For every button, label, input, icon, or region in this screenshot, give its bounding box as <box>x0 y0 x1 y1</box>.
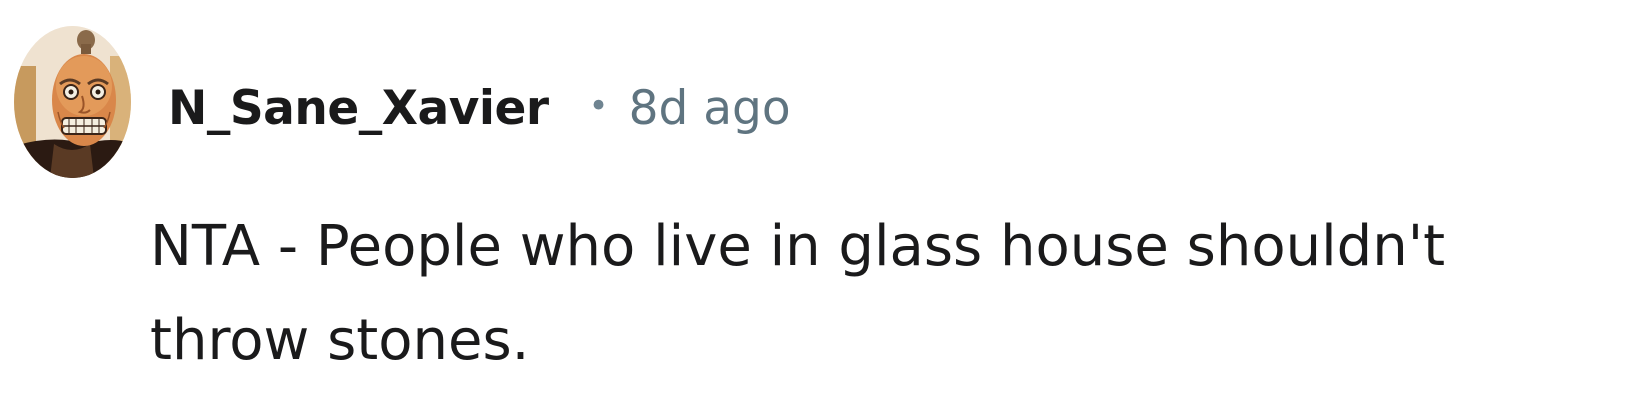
comment-header: N_Sane_Xavier • 8d ago <box>168 72 791 144</box>
comment: N_Sane_Xavier • 8d ago NTA - People who … <box>0 0 1644 419</box>
username-link[interactable]: N_Sane_Xavier <box>168 81 549 136</box>
cartoon-old-man-avatar-icon <box>14 26 131 178</box>
timestamp[interactable]: 8d ago <box>629 81 791 136</box>
avatar[interactable] <box>14 26 131 178</box>
separator-dot: • <box>588 86 609 126</box>
comment-body: NTA - People who live in glass house sho… <box>150 214 1446 373</box>
